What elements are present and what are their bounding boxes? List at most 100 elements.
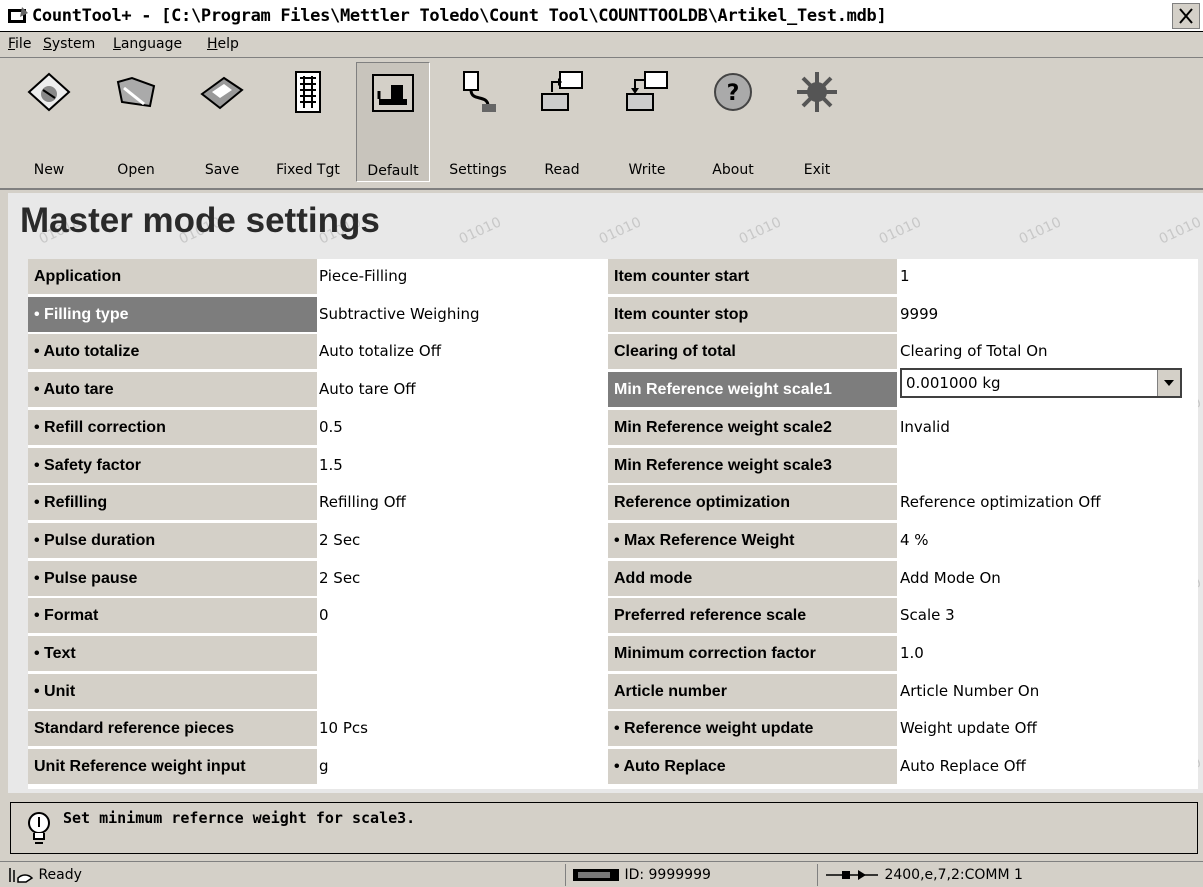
left-value-6[interactable]: Refilling Off (319, 485, 406, 520)
status-id: ID: 9999999 (565, 864, 817, 886)
right-label-10[interactable]: Minimum correction factor (608, 636, 897, 671)
open-label: Open (117, 162, 155, 178)
default-button[interactable]: Default (356, 62, 430, 182)
write-icon (626, 71, 668, 111)
left-value-3[interactable]: Auto tare Off (319, 372, 416, 407)
save-icon (200, 76, 244, 110)
settings-button[interactable]: Settings (438, 62, 518, 182)
watermark-text: 01010 (736, 214, 784, 248)
left-label-1[interactable]: • Filling type (28, 296, 317, 332)
watermark-text: 01010 (596, 214, 644, 248)
left-label-13[interactable]: Unit Reference weight input (28, 749, 317, 785)
about-icon: ? (714, 73, 752, 111)
left-label-4[interactable]: • Refill correction (28, 409, 317, 445)
left-label-3[interactable]: • Auto tare (28, 372, 317, 408)
left-value-7[interactable]: 2 Sec (319, 523, 360, 558)
left-value-0[interactable]: Piece-Filling (319, 259, 407, 294)
right-label-12[interactable]: • Reference weight update (608, 711, 897, 747)
right-value-4[interactable]: Invalid (900, 410, 950, 445)
fixed-target-button[interactable]: Fixed Tgt (266, 62, 350, 182)
left-label-11[interactable]: • Unit (28, 673, 317, 709)
right-label-11[interactable]: Article number (608, 673, 897, 709)
right-value-12[interactable]: Weight update Off (900, 711, 1037, 746)
left-label-9[interactable]: • Format (28, 598, 317, 634)
right-value-9[interactable]: Scale 3 (900, 598, 955, 633)
default-label: Default (367, 163, 419, 179)
svg-text:?: ? (727, 81, 740, 106)
left-value-5[interactable]: 1.5 (319, 448, 343, 483)
read-button[interactable]: Read (526, 62, 598, 182)
fixed-target-icon (295, 71, 321, 113)
dropdown-arrow[interactable] (1157, 370, 1180, 396)
menu-bar: File System Language Help (0, 32, 1203, 58)
right-label-2[interactable]: Clearing of total (608, 334, 897, 370)
right-label-4[interactable]: Min Reference weight scale2 (608, 409, 897, 445)
menu-help[interactable]: Help (207, 36, 239, 52)
right-value-7[interactable]: 4 % (900, 523, 929, 558)
left-value-1[interactable]: Subtractive Weighing (319, 297, 480, 332)
write-label: Write (628, 162, 666, 178)
status-comm: 2400,e,7,2:COMM 1 (817, 864, 1203, 886)
menu-language[interactable]: Language (113, 36, 182, 52)
right-value-6[interactable]: Reference optimization Off (900, 485, 1101, 520)
page-title: Master mode settings (20, 201, 380, 240)
title-bar: CountTool+ - [C:\Program Files\Mettler T… (0, 0, 1203, 32)
save-label: Save (204, 162, 240, 178)
menu-system[interactable]: System (43, 36, 95, 52)
watermark-text: 01010 (1156, 214, 1203, 248)
new-label: New (33, 162, 65, 178)
right-value-11[interactable]: Article Number On (900, 674, 1039, 709)
menu-file[interactable]: File (8, 36, 31, 52)
left-label-5[interactable]: • Safety factor (28, 447, 317, 483)
settings-icon (463, 71, 496, 112)
right-label-6[interactable]: Reference optimization (608, 485, 897, 521)
right-label-5[interactable]: Min Reference weight scale3 (608, 447, 897, 483)
save-button[interactable]: Save (186, 62, 258, 182)
toolbar: New Open Save Fixed Tgt Default Settings… (0, 58, 1203, 190)
write-button[interactable]: Write (608, 62, 686, 182)
right-label-0[interactable]: Item counter start (608, 259, 897, 294)
left-label-7[interactable]: • Pulse duration (28, 522, 317, 558)
left-value-2[interactable]: Auto totalize Off (319, 334, 441, 369)
right-label-9[interactable]: Preferred reference scale (608, 598, 897, 634)
left-value-4[interactable]: 0.5 (319, 410, 343, 445)
status-ready-label: Ready (38, 867, 82, 883)
dropdown-value: 0.001000 kg (906, 374, 1001, 392)
open-button[interactable]: Open (96, 62, 176, 182)
right-value-0[interactable]: 1 (900, 259, 910, 294)
right-label-8[interactable]: Add mode (608, 560, 897, 596)
left-value-8[interactable]: 2 Sec (319, 561, 360, 596)
status-ready: Ready (0, 864, 565, 886)
right-label-13[interactable]: • Auto Replace (608, 749, 897, 785)
left-label-12[interactable]: Standard reference pieces (28, 711, 317, 747)
right-label-7[interactable]: • Max Reference Weight (608, 522, 897, 558)
window-title: CountTool+ - [C:\Program Files\Mettler T… (32, 6, 887, 26)
left-value-9[interactable]: 0 (319, 598, 329, 633)
hand-icon (9, 868, 34, 883)
right-label-3[interactable]: Min Reference weight scale1 (608, 372, 897, 408)
about-button[interactable]: ? About (694, 62, 772, 182)
exit-button[interactable]: Exit (780, 62, 854, 182)
close-button[interactable] (1172, 3, 1200, 29)
right-value-2[interactable]: Clearing of Total On (900, 334, 1048, 369)
left-value-13[interactable]: g (319, 749, 329, 784)
left-label-6[interactable]: • Refilling (28, 485, 317, 521)
read-icon (541, 71, 583, 111)
right-value-10[interactable]: 1.0 (900, 636, 924, 671)
status-id-label: ID: 9999999 (624, 867, 711, 883)
left-value-12[interactable]: 10 Pcs (319, 711, 368, 746)
fixed-target-label: Fixed Tgt (276, 162, 340, 178)
open-icon (116, 76, 156, 108)
left-label-2[interactable]: • Auto totalize (28, 334, 317, 370)
left-label-8[interactable]: • Pulse pause (28, 560, 317, 596)
left-label-0[interactable]: Application (28, 259, 317, 294)
left-label-10[interactable]: • Text (28, 636, 317, 671)
right-value-1[interactable]: 9999 (900, 297, 938, 332)
min-ref-weight-scale1-select[interactable]: 0.001000 kg (900, 368, 1182, 398)
read-label: Read (544, 162, 580, 178)
settings-label: Settings (449, 162, 507, 178)
right-value-8[interactable]: Add Mode On (900, 561, 1001, 596)
right-value-13[interactable]: Auto Replace Off (900, 749, 1026, 784)
right-label-1[interactable]: Item counter stop (608, 296, 897, 332)
new-button[interactable]: New (12, 62, 86, 182)
